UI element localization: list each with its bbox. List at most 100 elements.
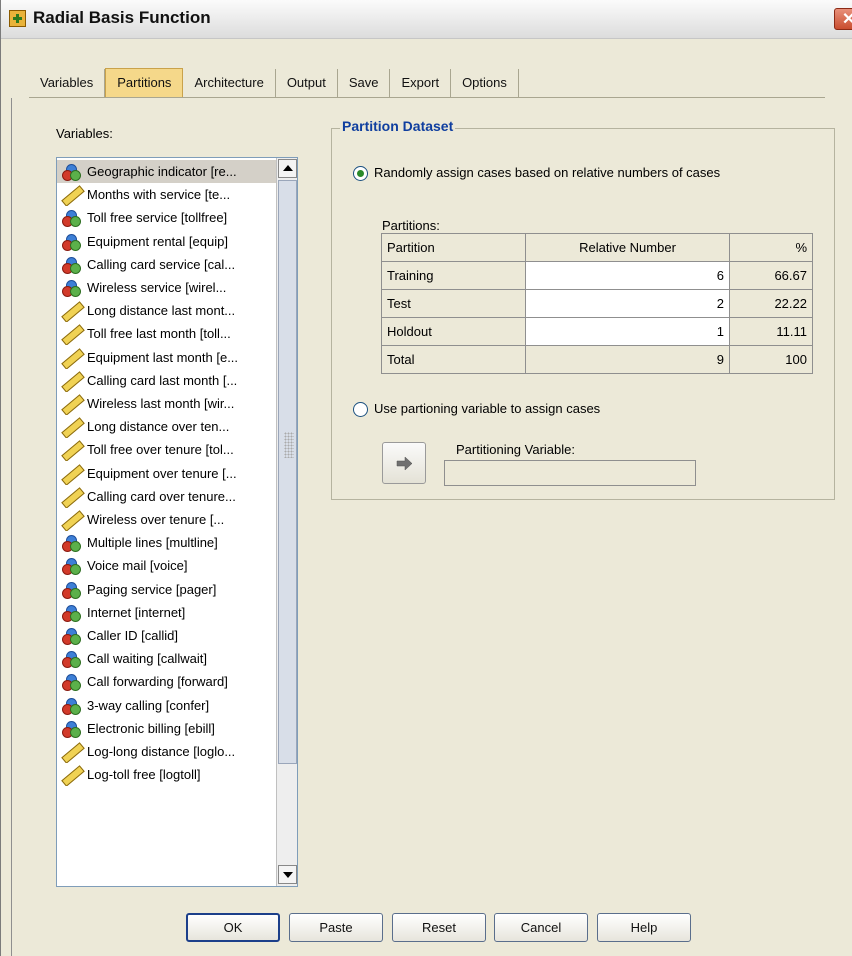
list-item[interactable]: Long distance over ten... (57, 415, 277, 439)
relative-number-total: 9 (525, 345, 730, 374)
tab-architecture[interactable]: Architecture (183, 69, 276, 97)
list-item[interactable]: 3-way calling [confer] (57, 694, 277, 717)
relative-number-cell[interactable]: 6 (525, 261, 730, 290)
list-item[interactable]: Paging service [pager] (57, 578, 277, 601)
list-item[interactable]: Equipment last month [e... (57, 346, 277, 369)
list-item-label: Wireless service [wirel... (87, 280, 227, 295)
tab-partitions[interactable]: Partitions (105, 68, 184, 98)
title-bar[interactable]: Radial Basis Function ✕ (1, 0, 852, 39)
list-item[interactable]: Call waiting [callwait] (57, 647, 277, 670)
list-item-label: Toll free over tenure [tol... (87, 442, 234, 458)
list-item[interactable]: Calling card service [cal... (57, 253, 277, 276)
app-icon (9, 10, 26, 27)
tab-output[interactable]: Output (276, 69, 338, 97)
move-variable-button[interactable] (382, 442, 426, 484)
list-item[interactable]: Equipment over tenure [... (57, 462, 277, 485)
percent-cell: 11.11 (729, 317, 813, 346)
list-item[interactable]: Wireless service [wirel... (57, 276, 277, 299)
random-assign-radio[interactable] (353, 166, 368, 181)
list-item-label: Long distance last mont... (87, 303, 236, 319)
list-item-label: Months with service [te... (87, 187, 231, 203)
nominal-icon (62, 233, 81, 251)
list-item-label: Log-long distance [loglo... (87, 744, 236, 759)
nominal-icon (62, 651, 81, 669)
list-item[interactable]: Internet [internet] (57, 601, 277, 624)
list-item[interactable]: Long distance last mont... (57, 299, 277, 323)
relative-number-cell[interactable]: 2 (525, 289, 730, 318)
list-item[interactable]: Log-long distance [loglo... (57, 740, 277, 763)
table-row: Holdout 1 11.11 (381, 317, 813, 346)
list-item[interactable]: Multiple lines [multline] (57, 531, 277, 554)
list-item-label: Calling card last month [... (87, 372, 238, 388)
nominal-icon (62, 674, 81, 692)
percent-cell: 66.67 (729, 261, 813, 290)
variables-scrollbar[interactable] (276, 158, 297, 886)
arrow-up-icon (283, 165, 293, 171)
scale-icon (61, 463, 85, 485)
use-variable-radio[interactable] (353, 402, 368, 417)
partition-name: Training (381, 261, 526, 290)
list-item[interactable]: Wireless over tenure [... (57, 508, 277, 531)
scale-icon (61, 394, 85, 415)
list-item[interactable]: Call forwarding [forward] (57, 670, 277, 693)
scroll-thumb[interactable] (278, 180, 297, 764)
scale-icon (61, 301, 85, 323)
close-button[interactable]: ✕ (834, 8, 852, 30)
tab-export[interactable]: Export (390, 69, 452, 97)
partition-dataset-title: Partition Dataset (340, 118, 456, 134)
nominal-icon (62, 581, 81, 599)
scale-icon (61, 185, 85, 207)
variables-listbox[interactable]: Geographic indicator [re... Months with s… (56, 157, 298, 887)
tab-divider (29, 97, 825, 98)
list-item[interactable]: Geographic indicator [re... (57, 160, 277, 183)
tab-save[interactable]: Save (338, 69, 391, 97)
list-item[interactable]: Caller ID [callid] (57, 624, 277, 647)
list-item[interactable]: Log-toll free [logtoll] (57, 763, 277, 787)
list-item-label: Caller ID [callid] (87, 628, 179, 643)
scroll-down-button[interactable] (278, 865, 297, 884)
nominal-icon (62, 164, 81, 181)
nominal-icon (62, 210, 81, 228)
paste-button[interactable]: Paste (289, 913, 383, 942)
list-item-label: Internet [internet] (87, 604, 186, 620)
help-button[interactable]: Help (597, 913, 691, 942)
close-icon: ✕ (842, 11, 852, 28)
list-item[interactable]: Voice mail [voice] (57, 554, 277, 577)
list-item[interactable]: Calling card last month [... (57, 369, 277, 392)
list-item[interactable]: Months with service [te... (57, 183, 277, 207)
list-item-label: Wireless over tenure [... (87, 512, 225, 527)
scale-icon (61, 765, 85, 787)
relative-number-cell[interactable]: 1 (525, 317, 730, 346)
tab-variables[interactable]: Variables (29, 69, 106, 97)
partitioning-variable-field[interactable] (444, 460, 696, 486)
reset-button[interactable]: Reset (392, 913, 486, 942)
use-variable-label[interactable]: Use partioning variable to assign cases (374, 401, 600, 416)
list-item[interactable]: Electronic billing [ebill] (57, 717, 277, 740)
table-row: Test 2 22.22 (381, 289, 813, 318)
partitioning-variable-label: Partitioning Variable: (456, 442, 575, 457)
table-row: Training 6 66.67 (381, 261, 813, 290)
column-header: % (729, 233, 813, 262)
nominal-icon (62, 720, 81, 738)
list-item-label: Electronic billing [ebill] (87, 720, 215, 736)
list-item[interactable]: Toll free over tenure [tol... (57, 438, 277, 462)
list-item[interactable]: Wireless last month [wir... (57, 392, 277, 415)
list-item[interactable]: Toll free last month [toll... (57, 322, 277, 346)
list-item[interactable]: Calling card over tenure... (57, 485, 277, 508)
scroll-up-button[interactable] (278, 159, 297, 178)
nominal-icon (62, 628, 81, 645)
cancel-button[interactable]: Cancel (494, 913, 588, 942)
table-row: Total 9 100 (381, 345, 813, 374)
ok-button[interactable]: OK (186, 913, 280, 942)
table-header-row: Partition Relative Number % (381, 233, 813, 262)
partition-name: Total (381, 345, 526, 374)
column-header: Relative Number (525, 233, 730, 262)
random-assign-label[interactable]: Randomly assign cases based on relative … (374, 165, 720, 180)
tab-options[interactable]: Options (451, 69, 519, 97)
list-item[interactable]: Equipment rental [equip] (57, 230, 277, 253)
nominal-icon (62, 280, 81, 297)
percent-total: 100 (729, 345, 813, 374)
list-item[interactable]: Toll free service [tollfree] (57, 206, 277, 229)
splitter-handle[interactable] (284, 432, 294, 458)
nominal-icon (62, 558, 81, 576)
